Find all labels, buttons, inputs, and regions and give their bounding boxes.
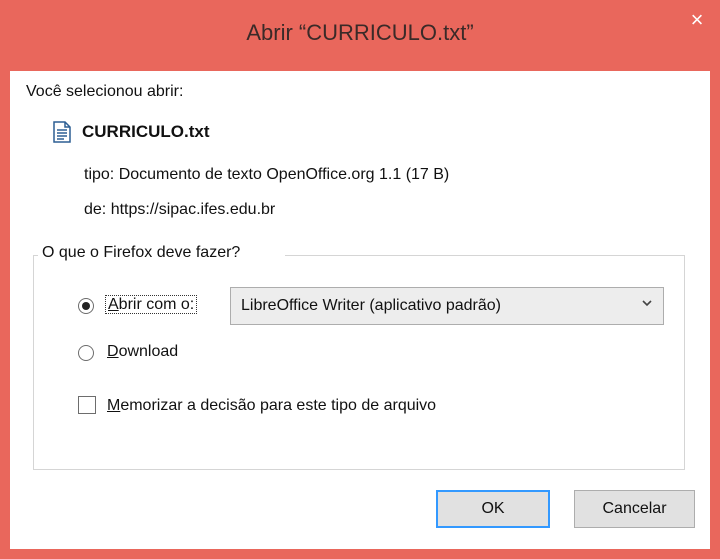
close-icon: × xyxy=(690,7,704,32)
app-select[interactable]: LibreOffice Writer (aplicativo padrão) xyxy=(230,287,664,325)
file-source-value: https://sipac.ifes.edu.br xyxy=(110,201,276,218)
app-select-value: LibreOffice Writer (aplicativo padrão) xyxy=(241,297,501,314)
download-text: ownload xyxy=(118,343,179,360)
file-type-row: tipo: Documento de texto OpenOffice.org … xyxy=(84,166,449,184)
open-with-radio[interactable] xyxy=(78,298,94,314)
file-source-key: de: xyxy=(84,201,107,218)
download-radio[interactable] xyxy=(78,345,94,361)
chevron-down-icon xyxy=(642,300,652,307)
file-source-row: de: https://sipac.ifes.edu.br xyxy=(84,201,275,219)
action-group-legend: O que o Firefox deve fazer? xyxy=(39,244,244,262)
file-type-value: Documento de texto OpenOffice.org 1.1 (1… xyxy=(118,166,450,183)
file-type-key: tipo: xyxy=(84,166,115,183)
remember-mnemonic: M xyxy=(107,397,121,414)
title-bar[interactable]: Abrir “CURRICULO.txt” × xyxy=(0,0,720,71)
selected-to-open-label: Você selecionou abrir: xyxy=(26,83,184,100)
ok-button[interactable]: OK xyxy=(436,490,550,528)
remember-label[interactable]: Memorizar a decisão para este tipo de ar… xyxy=(107,397,436,415)
group-border xyxy=(285,255,685,256)
file-info: CURRICULO.txt xyxy=(52,121,210,143)
text-document-icon xyxy=(53,121,71,143)
window-title: Abrir “CURRICULO.txt” xyxy=(246,20,474,45)
file-name: CURRICULO.txt xyxy=(82,122,210,141)
download-label[interactable]: Download xyxy=(107,343,178,361)
open-with-mnemonic: A xyxy=(108,296,119,313)
group-border xyxy=(33,255,38,256)
close-button[interactable]: × xyxy=(674,0,720,40)
remember-checkbox[interactable] xyxy=(78,396,96,414)
download-mnemonic: D xyxy=(107,343,119,360)
open-with-label[interactable]: Abrir com o: xyxy=(105,295,198,314)
remember-text: emorizar a decisão para este tipo de arq… xyxy=(120,397,437,414)
radio-selected-dot xyxy=(82,302,90,310)
cancel-button[interactable]: Cancelar xyxy=(574,490,695,528)
open-file-dialog: Abrir “CURRICULO.txt” × Você selecionou … xyxy=(0,0,720,559)
open-with-text: brir com o: xyxy=(118,296,195,313)
